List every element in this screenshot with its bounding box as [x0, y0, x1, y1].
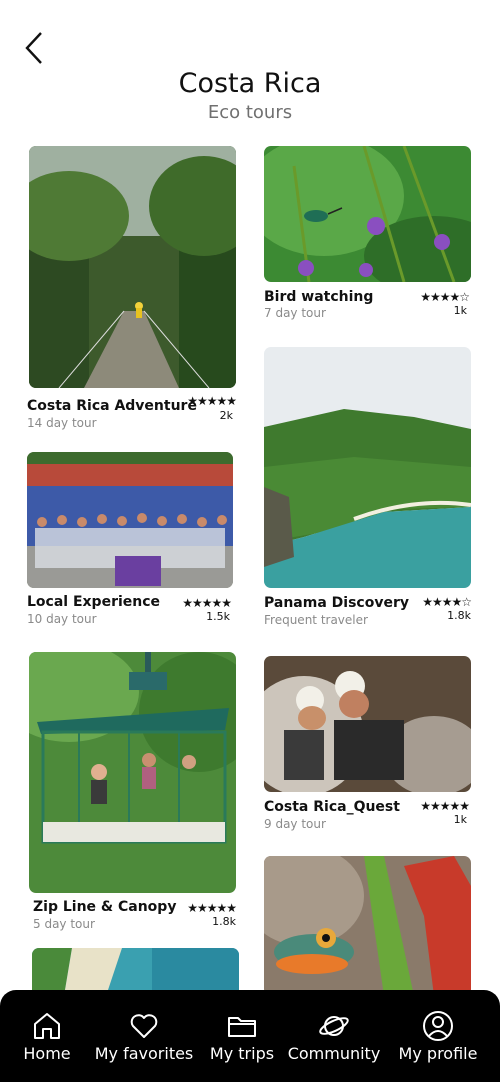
rating-stars: ★★★★★	[182, 596, 232, 610]
rating-stars: ★★★★☆	[420, 290, 470, 304]
tour-image-rafting	[264, 656, 471, 792]
tour-name: Costa Rica Adventure	[27, 398, 197, 414]
rating-stars: ★★★★☆	[422, 595, 472, 609]
tour-name: Zip Line & Canopy	[33, 899, 177, 915]
tour-duration: 9 day tour	[264, 817, 326, 831]
rating-stars: ★★★★★	[187, 901, 237, 915]
tour-card-bird-watching[interactable]: Bird watching 7 day tour ★★★★☆ 1k	[264, 146, 471, 326]
nav-label: My trips	[209, 1044, 275, 1063]
tour-duration: 5 day tour	[33, 917, 95, 931]
tour-duration: 14 day tour	[27, 416, 97, 430]
profile-icon	[423, 1011, 453, 1041]
nav-community[interactable]: Community	[286, 990, 382, 1082]
tour-name: Local Experience	[27, 594, 161, 610]
tour-image-tree-frog	[264, 856, 471, 996]
nav-label: Home	[23, 1044, 71, 1063]
nav-label: My profile	[398, 1044, 478, 1063]
tour-image-group-photo	[27, 452, 233, 588]
tour-card-frog-partial[interactable]	[264, 856, 471, 996]
tour-card-costa-rica-quest[interactable]: Costa Rica_Quest 9 day tour ★★★★★ 1k	[264, 656, 471, 836]
folder-icon	[228, 1017, 256, 1037]
tour-image-aerial-tram	[29, 652, 236, 893]
rating-count: 1.8k	[447, 609, 471, 622]
rating-count: 1.8k	[212, 915, 236, 928]
nav-my-profile[interactable]: My profile	[390, 990, 486, 1082]
rating-stars: ★★★★★	[420, 799, 470, 813]
bottom-nav-bar: Home My favorites My trips Community My …	[0, 990, 500, 1082]
page-title: Costa Rica	[178, 68, 322, 99]
heart-icon	[130, 1014, 158, 1038]
tour-card-zip-line-canopy[interactable]: Zip Line & Canopy 5 day tour ★★★★★ 1.8k	[29, 652, 237, 937]
home-icon	[34, 1013, 60, 1039]
rating-count: 1k	[453, 813, 467, 826]
back-arrow-icon[interactable]	[20, 30, 50, 66]
tour-card-local-experience[interactable]: Local Experience 10 day tour ★★★★★ 1.5k	[27, 452, 233, 632]
rating-count: 2k	[219, 409, 233, 422]
planet-icon	[319, 1016, 349, 1036]
tour-name: Bird watching	[264, 289, 374, 305]
tour-duration: 7 day tour	[264, 306, 326, 320]
tour-duration: Frequent traveler	[264, 613, 368, 627]
tour-name: Panama Discovery	[264, 595, 409, 611]
tour-duration: 10 day tour	[27, 612, 97, 626]
tour-image-hanging-bridge	[29, 146, 236, 388]
rating-stars: ★★★★★	[187, 394, 237, 408]
nav-label: Community	[287, 1044, 381, 1063]
nav-home[interactable]: Home	[0, 990, 94, 1082]
rating-count: 1.5k	[206, 610, 230, 623]
page-subtitle: Eco tours	[207, 102, 293, 123]
tour-image-hummingbird	[264, 146, 471, 282]
tour-card-panama-discovery[interactable]: Panama Discovery Frequent traveler ★★★★☆…	[264, 347, 472, 632]
rating-count: 1k	[453, 304, 467, 317]
nav-my-trips[interactable]: My trips	[194, 990, 290, 1082]
tour-image-coastline	[264, 347, 471, 588]
nav-my-favorites[interactable]: My favorites	[94, 990, 194, 1082]
nav-label: My favorites	[94, 1044, 194, 1063]
tour-name: Costa Rica_Quest	[264, 799, 400, 815]
tour-card-costa-rica-adventure[interactable]: Costa Rica Adventure 14 day tour ★★★★★ 2…	[27, 146, 237, 436]
